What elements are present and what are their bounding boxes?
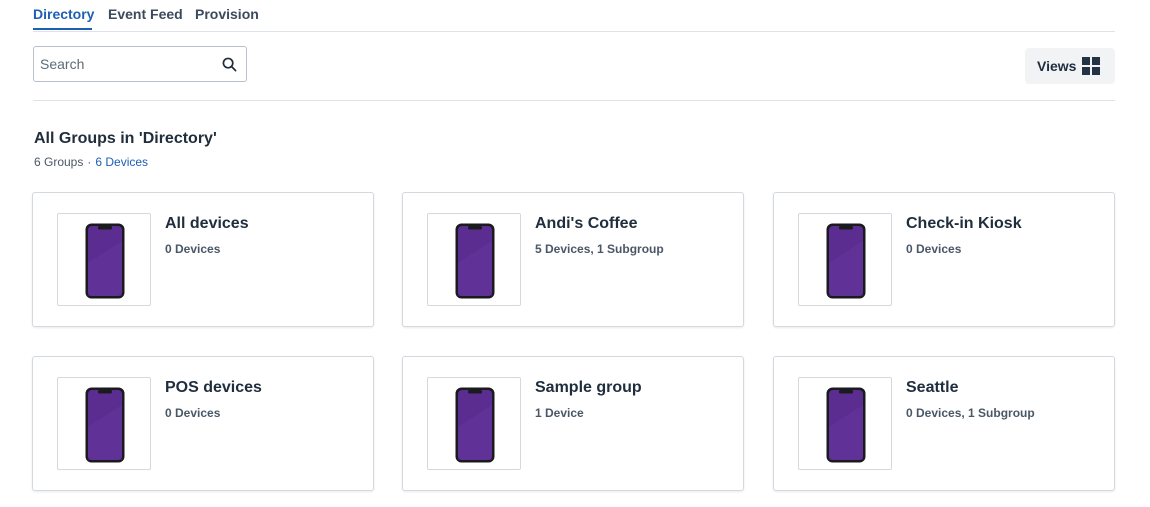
device-thumbnail	[57, 377, 151, 470]
group-card-seattle[interactable]: Seattle 0 Devices, 1 Subgroup	[773, 356, 1115, 491]
phone-icon	[455, 387, 495, 463]
group-summary: 0 Devices	[906, 242, 962, 256]
groups-count: 6 Groups	[34, 155, 84, 169]
group-card-andi-s-coffee[interactable]: Andi's Coffee 5 Devices, 1 Subgroup	[402, 192, 744, 327]
device-thumbnail	[427, 377, 521, 470]
separator-dot: ·	[87, 155, 92, 169]
section-title: All Groups in 'Directory'	[34, 130, 217, 147]
phone-icon	[826, 387, 866, 463]
group-summary: 0 Devices	[165, 242, 221, 256]
active-tab-indicator	[33, 28, 92, 30]
group-card-pos-devices[interactable]: POS devices 0 Devices	[32, 356, 374, 491]
device-thumbnail	[427, 213, 521, 306]
group-card-check-in-kiosk[interactable]: Check-in Kiosk 0 Devices	[773, 192, 1115, 327]
group-name[interactable]: Check-in Kiosk	[906, 215, 1022, 233]
search-box[interactable]	[33, 46, 247, 82]
group-name[interactable]: Seattle	[906, 379, 958, 397]
group-name[interactable]: POS devices	[165, 379, 262, 397]
search-icon[interactable]	[222, 57, 237, 72]
tab-event-feed[interactable]: Event Feed	[108, 6, 183, 22]
device-thumbnail	[57, 213, 151, 306]
group-card-all-devices[interactable]: All devices 0 Devices	[32, 192, 374, 327]
views-label: Views	[1037, 58, 1077, 74]
group-summary: 0 Devices	[165, 406, 221, 420]
devices-count-link[interactable]: 6 Devices	[95, 155, 148, 169]
views-button[interactable]: Views	[1025, 48, 1115, 84]
phone-icon	[85, 387, 125, 463]
toolbar: Views	[33, 32, 1115, 101]
group-name[interactable]: Andi's Coffee	[535, 215, 637, 233]
directory-page: Directory Event Feed Provision Views	[33, 0, 1115, 101]
phone-icon	[455, 223, 495, 299]
group-summary: 0 Devices, 1 Subgroup	[906, 406, 1035, 420]
device-thumbnail	[798, 377, 892, 470]
tab-directory[interactable]: Directory	[33, 6, 94, 22]
group-name[interactable]: All devices	[165, 215, 249, 233]
group-summary: 5 Devices, 1 Subgroup	[535, 242, 664, 256]
phone-icon	[85, 223, 125, 299]
grid-view-icon	[1082, 57, 1100, 75]
group-summary: 1 Device	[535, 406, 584, 420]
tab-provision[interactable]: Provision	[195, 6, 259, 22]
device-thumbnail	[798, 213, 892, 306]
tab-bar: Directory Event Feed Provision	[33, 0, 1115, 32]
group-counts: 6 Groups · 6 Devices	[34, 155, 148, 169]
group-card-sample-group[interactable]: Sample group 1 Device	[402, 356, 744, 491]
phone-icon	[826, 223, 866, 299]
group-name[interactable]: Sample group	[535, 379, 642, 397]
search-input[interactable]	[40, 54, 210, 74]
